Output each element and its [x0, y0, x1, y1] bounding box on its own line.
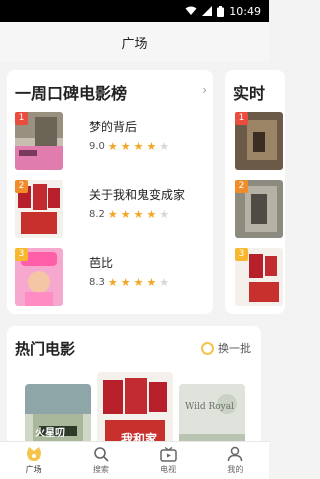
nav-label: 搜索 [92, 465, 109, 474]
star-icon: ★ [133, 208, 144, 221]
rank-badge: 2 [15, 180, 28, 193]
movie-name: 芭比 [89, 256, 114, 270]
nav-label: 我的 [227, 465, 244, 474]
star-icon: ★ [146, 208, 157, 221]
nav-label: 电视 [160, 464, 177, 474]
rating-score: 8.2 [89, 209, 105, 220]
refresh-label: 换一批 [218, 342, 251, 355]
nav-item-search[interactable]: 搜索 [67, 442, 134, 479]
ranking-card-realtime[interactable]: 实时 1 2 3 [225, 70, 285, 314]
movie-name: 梦的背后 [89, 120, 138, 134]
rank-badge: 3 [235, 248, 248, 261]
star-icon: ★ [120, 208, 131, 221]
profile-icon [228, 446, 243, 462]
star-icon: ★ [120, 140, 131, 153]
poster-text: Wild Royal [185, 402, 234, 412]
star-icon: ★ [146, 140, 157, 153]
ranking-item[interactable]: 3 芭比 8.3 ★ ★ ★ ★ ★ [15, 248, 210, 306]
section-title: 热门电影 [15, 340, 76, 358]
search-icon [94, 447, 109, 462]
star-empty-icon: ★ [159, 208, 170, 221]
rank-badge: 1 [235, 112, 248, 125]
chevron-right-icon[interactable]: › [202, 83, 207, 97]
ranking-item[interactable]: 2 关于我和鬼变成家 8.2 ★ ★ ★ ★ ★ [15, 180, 210, 238]
star-icon: ★ [133, 276, 144, 289]
wifi-icon [185, 6, 197, 15]
star-empty-icon: ★ [159, 276, 170, 289]
nav-item-tv[interactable]: 电视 [135, 442, 202, 479]
movie-rating: 8.2 ★ ★ ★ ★ ★ [89, 208, 169, 221]
ranking-card-title: 一周口碑电影榜 [15, 84, 128, 103]
plaza-icon [26, 447, 41, 461]
refresh-button[interactable]: 换一批 [201, 340, 251, 356]
star-icon: ★ [107, 208, 118, 221]
star-empty-icon: ★ [159, 140, 170, 153]
rank-badge: 2 [235, 180, 248, 193]
bottom-nav: 广场 搜索 电视 我的 [0, 441, 269, 479]
tv-icon [159, 446, 177, 462]
hot-movies-section: 热门电影 换一批 火星叨 我和家 Wild Royal [7, 326, 261, 456]
rating-score: 9.0 [89, 141, 105, 152]
page-title: 广场 [121, 36, 148, 52]
ranking-item[interactable]: 1 梦的背后 9.0 ★ ★ ★ ★ ★ [15, 112, 210, 170]
star-icon: ★ [133, 140, 144, 153]
rating-score: 8.3 [89, 277, 105, 288]
ranking-card-title: 实时 [233, 84, 266, 103]
nav-item-plaza[interactable]: 广场 [0, 442, 67, 479]
star-icon: ★ [146, 276, 157, 289]
star-icon: ★ [120, 276, 131, 289]
poster-text: 火星叨 [35, 428, 65, 439]
refresh-icon [201, 341, 214, 355]
nav-label: 广场 [25, 465, 42, 474]
rank-badge: 1 [15, 112, 28, 125]
star-icon: ★ [107, 140, 118, 153]
ranking-card-weekly[interactable]: 一周口碑电影榜 › 1 梦的背后 9.0 ★ ★ ★ ★ ★ 2 关于我和鬼变成… [7, 70, 213, 314]
battery-icon [217, 5, 225, 17]
movie-rating: 8.3 ★ ★ ★ ★ ★ [89, 276, 169, 289]
nav-item-profile[interactable]: 我的 [202, 442, 269, 479]
movie-rating: 9.0 ★ ★ ★ ★ ★ [89, 140, 169, 153]
rank-badge: 3 [15, 248, 28, 261]
signal-icon [202, 6, 213, 16]
status-bar: 10:49 [0, 0, 269, 22]
status-time: 10:49 [229, 4, 261, 18]
star-icon: ★ [107, 276, 118, 289]
movie-name: 关于我和鬼变成家 [89, 188, 186, 202]
page-header: 广场 [0, 22, 269, 62]
